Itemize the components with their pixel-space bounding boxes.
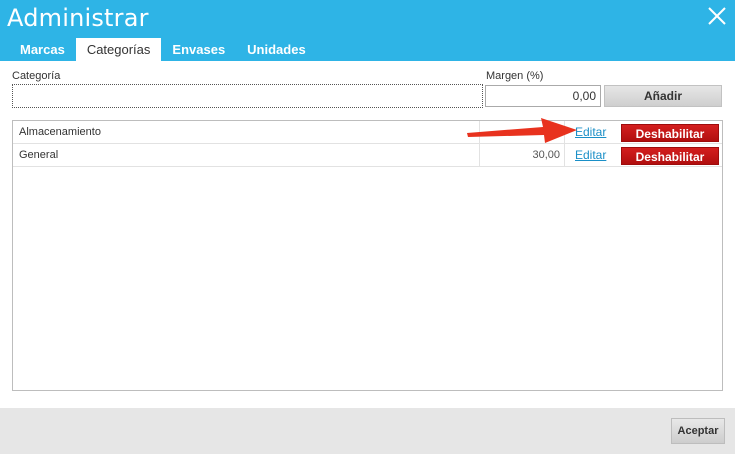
add-button[interactable]: Añadir [604, 85, 722, 107]
tab-categorias[interactable]: Categorías [75, 38, 162, 61]
accept-button[interactable]: Aceptar [671, 418, 725, 444]
row-name: Almacenamiento [19, 126, 101, 138]
table-row: General 30,00 Editar Deshabilitar [13, 144, 722, 167]
window-header: Administrar Marcas Categorías Envases Un… [0, 0, 735, 61]
disable-button[interactable]: Deshabilitar [621, 124, 719, 142]
window-title: Administrar [7, 4, 149, 32]
margin-label: Margen (%) [486, 70, 544, 82]
tab-envases[interactable]: Envases [161, 38, 236, 61]
edit-link[interactable]: Editar [575, 144, 606, 166]
footer-bar [0, 408, 735, 454]
edit-link[interactable]: Editar [575, 121, 606, 143]
category-list: Almacenamiento Editar Deshabilitar Gener… [12, 120, 723, 391]
row-margin: 30,00 [479, 144, 565, 166]
category-input[interactable] [12, 84, 483, 108]
close-icon[interactable] [706, 5, 728, 27]
tab-bar: Marcas Categorías Envases Unidades [9, 38, 317, 61]
row-margin [479, 121, 565, 143]
tab-marcas[interactable]: Marcas [9, 38, 76, 61]
table-row: Almacenamiento Editar Deshabilitar [13, 121, 722, 144]
margin-input[interactable] [485, 85, 601, 107]
tab-unidades[interactable]: Unidades [236, 38, 317, 61]
disable-button[interactable]: Deshabilitar [621, 147, 719, 165]
row-name: General [19, 149, 59, 161]
category-label: Categoría [12, 70, 61, 82]
